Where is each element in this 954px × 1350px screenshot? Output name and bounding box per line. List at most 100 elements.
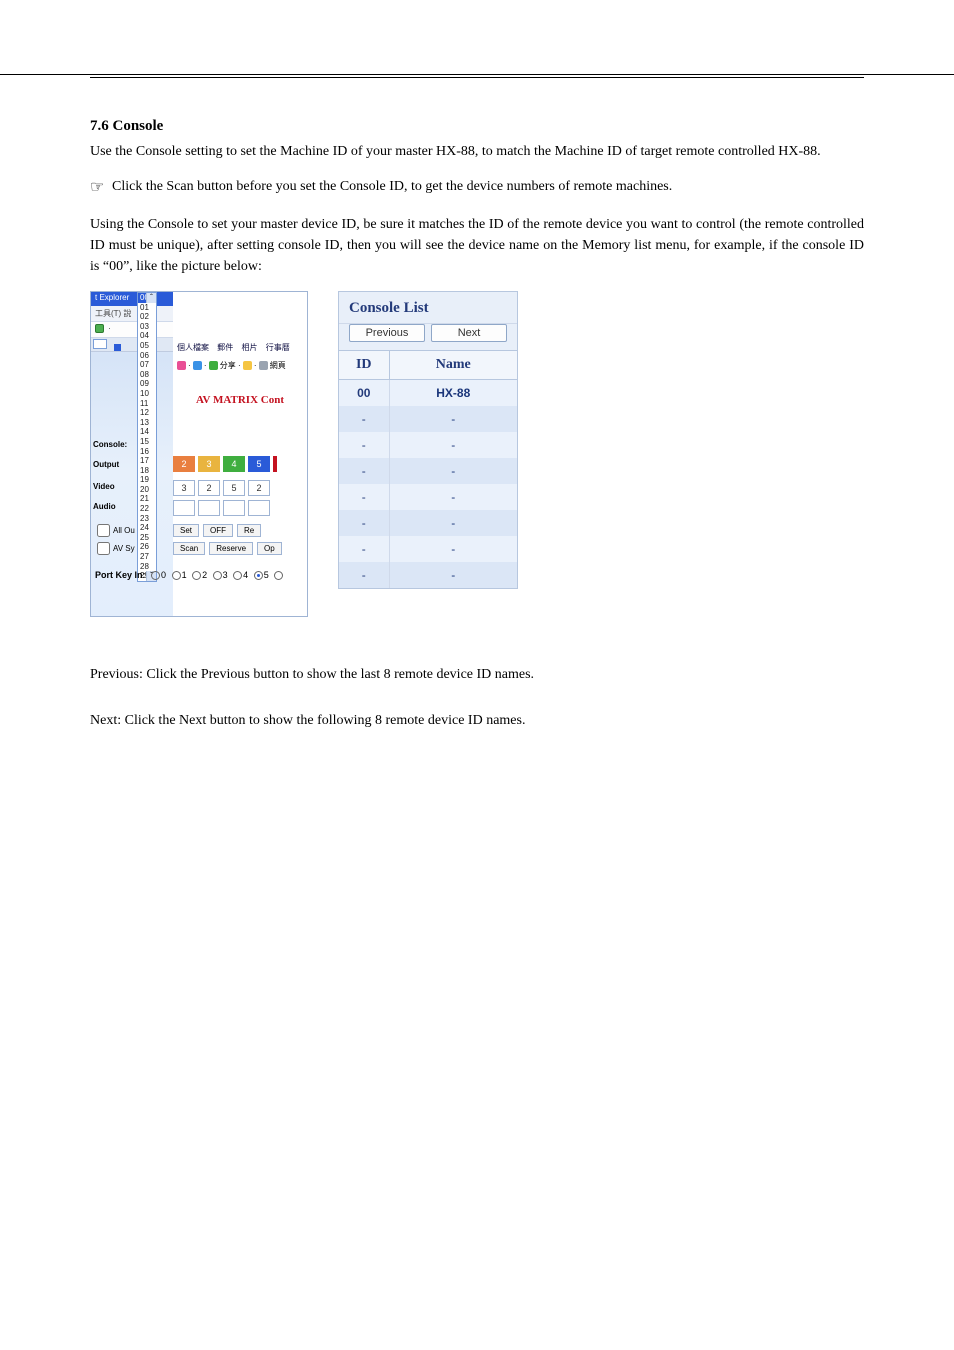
port-key-label: Port Key In:	[95, 570, 146, 580]
dropdown-item[interactable]: 03	[138, 322, 156, 332]
dropdown-item[interactable]: 12	[138, 408, 156, 418]
port-key-in: Port Key In: 0 1 2 3 4 5	[95, 570, 284, 580]
output-box[interactable]: 4	[223, 456, 245, 472]
output-sep	[273, 456, 277, 472]
table-cell: -	[389, 406, 517, 432]
breadcrumb-item[interactable]: 相片	[241, 343, 257, 352]
section-title: 7.6 Console	[90, 118, 864, 135]
dropdown-item[interactable]: 23	[138, 514, 156, 524]
plus-icon[interactable]	[193, 361, 202, 370]
name-header: Name	[389, 351, 517, 380]
port-radio[interactable]	[274, 571, 283, 580]
go-arrow-icon[interactable]	[114, 344, 121, 351]
screenshot-left: t Explorer 工具(T) 說 · ˆ 00 01 02 03 04 05…	[90, 291, 308, 617]
dropdown-item[interactable]: 04	[138, 331, 156, 341]
dropdown-item[interactable]: 16	[138, 447, 156, 457]
address-combo[interactable]	[93, 339, 107, 349]
content-heading: AV MATRIX Cont	[173, 394, 307, 406]
dropdown-item[interactable]: 07	[138, 360, 156, 370]
dropdown-item[interactable]: 22	[138, 504, 156, 514]
dropdown-item[interactable]: 17	[138, 456, 156, 466]
output-box[interactable]: 3	[198, 456, 220, 472]
p2-quote: 00	[109, 259, 123, 274]
go-icon[interactable]	[95, 324, 104, 333]
video-input[interactable]: 3	[173, 480, 195, 496]
port-num: 3	[223, 570, 228, 580]
port-radio[interactable]	[254, 571, 263, 580]
all-output-checkbox[interactable]	[97, 524, 110, 537]
next-button[interactable]: Next	[431, 324, 507, 342]
video-input[interactable]: 2	[198, 480, 220, 496]
port-radio[interactable]	[213, 571, 222, 580]
console-list-title: Console List	[339, 292, 517, 324]
dropdown-item[interactable]: 25	[138, 533, 156, 543]
video-input[interactable]: 5	[223, 480, 245, 496]
av-sync-label: AV Sy	[113, 544, 135, 553]
dropdown-item[interactable]: 19	[138, 475, 156, 485]
dropdown-item[interactable]: 27	[138, 552, 156, 562]
magnifier-icon[interactable]	[177, 361, 186, 370]
breadcrumb-item[interactable]: 行事曆	[266, 343, 290, 352]
breadcrumb-item[interactable]: 個人檔案	[177, 343, 209, 352]
table-cell: -	[339, 432, 389, 458]
port-radio[interactable]	[151, 571, 160, 580]
dropdown-item[interactable]: 14	[138, 427, 156, 437]
table-cell: -	[339, 484, 389, 510]
dropdown-item[interactable]: 26	[138, 542, 156, 552]
previous-button[interactable]: Previous	[349, 324, 425, 342]
share-icon[interactable]	[209, 361, 218, 370]
dropdown-item[interactable]: 10	[138, 389, 156, 399]
dropdown-item[interactable]: 09	[138, 379, 156, 389]
dropdown-item[interactable]: 01	[138, 303, 156, 313]
dropdown-item[interactable]: 06	[138, 351, 156, 361]
table-cell: -	[389, 432, 517, 458]
dropdown-item[interactable]: 13	[138, 418, 156, 428]
scan-button[interactable]: Scan	[173, 542, 205, 555]
dropdown-item[interactable]: 24	[138, 523, 156, 533]
audio-input[interactable]	[173, 500, 195, 516]
page-icon[interactable]	[259, 361, 268, 370]
dropdown-item[interactable]: 18	[138, 466, 156, 476]
video-label: Video	[93, 482, 115, 491]
port-radio[interactable]	[192, 571, 201, 580]
output-box[interactable]: 2	[173, 456, 195, 472]
port-num: 0	[161, 570, 166, 580]
port-num: 5	[264, 570, 269, 580]
star-icon[interactable]	[243, 361, 252, 370]
dropdown-item[interactable]: 05	[138, 341, 156, 351]
off-button[interactable]: OFF	[203, 524, 233, 537]
next-desc: Next: Click the Next button to show the …	[90, 713, 864, 729]
av-sync-checkbox[interactable]	[97, 542, 110, 555]
audio-input[interactable]	[248, 500, 270, 516]
video-input[interactable]: 2	[248, 480, 270, 496]
dropdown-item[interactable]: 08	[138, 370, 156, 380]
port-num: 1	[182, 570, 187, 580]
breadcrumb: 個人檔案 郵件 相片 行事曆	[173, 342, 307, 353]
web-label: 網頁	[270, 361, 286, 370]
reserve-button[interactable]: Reserve	[209, 542, 253, 555]
breadcrumb-item[interactable]: 郵件	[217, 343, 233, 352]
table-cell: -	[389, 510, 517, 536]
console-id-dropdown[interactable]: ˆ 00 01 02 03 04 05 06 07 08 09 10 11 12…	[137, 292, 157, 582]
dropdown-item[interactable]: 15	[138, 437, 156, 447]
dropdown-item[interactable]: 20	[138, 485, 156, 495]
dropdown-item[interactable]: 02	[138, 312, 156, 322]
previous-desc: Previous: Click the Previous button to s…	[90, 667, 864, 683]
dropdown-item[interactable]: 21	[138, 494, 156, 504]
re-button[interactable]: Re	[237, 524, 261, 537]
port-radio[interactable]	[233, 571, 242, 580]
audio-label: Audio	[93, 502, 116, 511]
output-box[interactable]: 5	[248, 456, 270, 472]
dropdown-item[interactable]: 11	[138, 399, 156, 409]
op-button[interactable]: Op	[257, 542, 282, 555]
audio-input[interactable]	[223, 500, 245, 516]
audio-input[interactable]	[198, 500, 220, 516]
set-button[interactable]: Set	[173, 524, 199, 537]
id-header: ID	[339, 351, 389, 380]
scroll-up-icon[interactable]: ˆ	[146, 293, 156, 303]
port-radio[interactable]	[172, 571, 181, 580]
port-num: 2	[202, 570, 207, 580]
console-list-table: ID Name 00HX-88 -- -- -- -- -- -- --	[339, 351, 517, 588]
console-list-panel: Console List Previous Next ID Name 00HX-…	[338, 291, 518, 589]
table-cell: -	[389, 562, 517, 588]
